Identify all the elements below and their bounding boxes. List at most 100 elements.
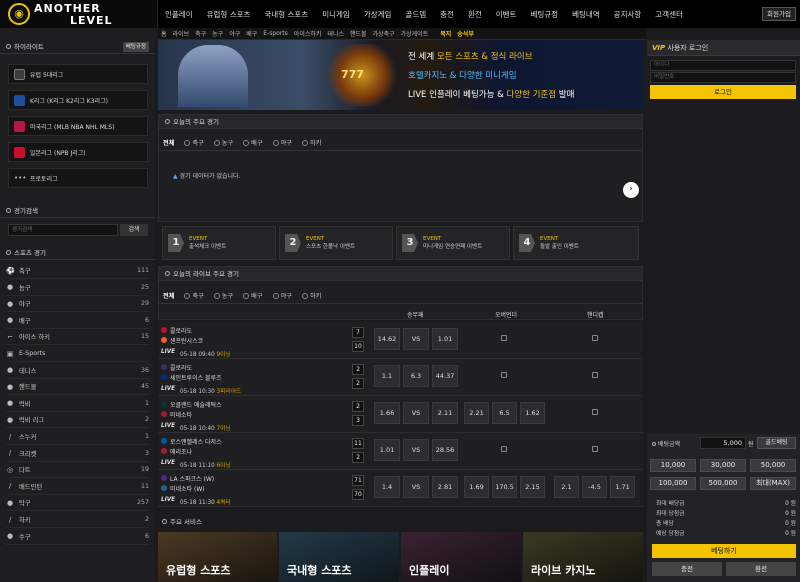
league-item[interactable]: 일본리그 (NPB J리그) xyxy=(8,142,148,162)
service-europe-sports[interactable]: 유럽형 스포츠 xyxy=(158,532,277,582)
sport-item[interactable]: ● 수구 6 xyxy=(6,529,149,545)
tab-baseball[interactable]: 야구 xyxy=(272,291,292,300)
sport-item[interactable]: ● 럭비 리그 2 xyxy=(6,412,149,429)
service-live-casino[interactable]: 라이브 카지노 xyxy=(523,532,643,582)
bet-amount-input[interactable]: 5,000 xyxy=(700,437,746,449)
service-inplay[interactable]: 인플레이 xyxy=(401,532,521,582)
league-item[interactable]: ••• 프로토리그 xyxy=(8,168,148,188)
join-button[interactable]: 회원가입 xyxy=(762,7,796,21)
sport-item[interactable]: ▣ E-Sports xyxy=(6,346,149,362)
subnav-item[interactable]: 축구 xyxy=(192,29,209,38)
subnav-item[interactable]: 아이스하키 xyxy=(291,29,325,38)
odds-away-button[interactable]: 44.37 xyxy=(432,365,458,387)
nav-item[interactable]: 환전 xyxy=(461,9,489,20)
sport-item[interactable]: / 크리켓 3 xyxy=(6,446,149,462)
charge-button[interactable]: 충전 xyxy=(652,562,722,576)
nav-item[interactable]: 가상게임 xyxy=(357,9,399,20)
event-card[interactable]: 3 EVENT 미니게임 연승연패 이벤트 xyxy=(396,226,510,260)
promo-banner[interactable]: 777 전 세계 모든 스포츠 & 정식 라이브 호텔카지노 & 다양한 미니게… xyxy=(158,40,643,110)
odds-draw-button[interactable]: VS xyxy=(403,439,429,461)
odds-draw-button[interactable]: VS xyxy=(403,476,429,498)
tab-hockey[interactable]: 하키 xyxy=(301,291,321,300)
odds-away-button[interactable]: 2.11 xyxy=(432,402,458,424)
sport-item[interactable]: ● 배구 6 xyxy=(6,313,149,329)
league-item[interactable]: 미국리그 (MLB NBA NHL MLS) xyxy=(8,116,148,136)
nav-item[interactable]: 공지사항 xyxy=(607,9,649,20)
odds-draw-button[interactable]: VS xyxy=(403,402,429,424)
ou-line-button[interactable]: 170.5 xyxy=(492,476,517,498)
subnav-item[interactable]: 테니스 xyxy=(324,29,347,38)
tab-all[interactable]: 전체 xyxy=(163,291,174,300)
ou-line-button[interactable]: 6.5 xyxy=(492,402,517,424)
league-item[interactable]: 유럽 5대리그 xyxy=(8,64,148,84)
subnav-item[interactable]: 농구 xyxy=(209,29,226,38)
subnav-item[interactable]: 가상게이트 xyxy=(398,29,432,38)
sport-item[interactable]: / 하키 2 xyxy=(6,512,149,528)
tab-basketball[interactable]: 농구 xyxy=(213,138,233,147)
tab-all[interactable]: 전체 xyxy=(163,138,174,147)
subnav-item-highlight[interactable]: 승석부 xyxy=(454,29,477,38)
sport-item[interactable]: ◎ 다트 19 xyxy=(6,462,149,479)
sport-item[interactable]: ⌐ 아이스 하키 15 xyxy=(6,329,149,346)
subnav-item[interactable]: 배구 xyxy=(243,29,260,38)
search-button[interactable]: 검색 xyxy=(120,224,148,236)
amount-button[interactable]: 100,000 xyxy=(650,477,696,490)
handicap-home-button[interactable]: 2.1 xyxy=(554,476,579,498)
nav-item[interactable]: 베팅내역 xyxy=(565,9,607,20)
subnav-item[interactable]: E-sports xyxy=(260,30,291,37)
nav-item[interactable]: 이벤트 xyxy=(489,9,524,20)
over-odds-button[interactable]: 2.21 xyxy=(464,402,489,424)
max-amount-button[interactable]: 최대(MAX) xyxy=(750,477,796,490)
tab-volleyball[interactable]: 배구 xyxy=(243,138,263,147)
nav-item[interactable]: 고객센터 xyxy=(648,9,690,20)
amount-button[interactable]: 500,000 xyxy=(700,477,746,490)
betting-rules-badge[interactable]: 베팅규정 xyxy=(122,42,149,52)
odds-home-button[interactable]: 1.4 xyxy=(374,476,400,498)
odds-draw-button[interactable]: VS xyxy=(403,328,429,350)
odds-draw-button[interactable]: 6.3 xyxy=(403,365,429,387)
next-arrow-icon[interactable]: › xyxy=(623,182,639,198)
amount-button[interactable]: 10,000 xyxy=(650,459,696,472)
subnav-item[interactable]: 홈 xyxy=(158,29,170,38)
odds-home-button[interactable]: 14.62 xyxy=(374,328,400,350)
subnav-item[interactable]: 라이브 xyxy=(170,29,193,38)
odds-away-button[interactable]: 1.01 xyxy=(432,328,458,350)
nav-item[interactable]: 골드뎀 xyxy=(398,9,433,20)
odds-home-button[interactable]: 1.1 xyxy=(374,365,400,387)
event-card[interactable]: 1 EVENT 출석체크 이벤트 xyxy=(162,226,276,260)
tab-hockey[interactable]: 하키 xyxy=(301,138,321,147)
login-button[interactable]: 로그인 xyxy=(650,85,796,99)
sport-item[interactable]: ● 럭비 1 xyxy=(6,396,149,412)
tab-volleyball[interactable]: 배구 xyxy=(243,291,263,300)
odds-away-button[interactable]: 28.56 xyxy=(432,439,458,461)
sport-item[interactable]: / 스누커 1 xyxy=(6,429,149,445)
tab-baseball[interactable]: 야구 xyxy=(272,138,292,147)
place-bet-button[interactable]: 베팅하기 xyxy=(652,544,796,558)
over-odds-button[interactable]: 1.69 xyxy=(464,476,489,498)
odds-home-button[interactable]: 1.01 xyxy=(374,439,400,461)
nav-item[interactable]: 인플레이 xyxy=(158,9,200,20)
search-input[interactable]: 경기검색 xyxy=(8,224,118,236)
event-card[interactable]: 2 EVENT 스포츠 한폴낙 이벤트 xyxy=(279,226,393,260)
nav-item[interactable]: 미니게임 xyxy=(315,9,357,20)
sport-item[interactable]: ● 야구 29 xyxy=(6,296,149,313)
under-odds-button[interactable]: 2.15 xyxy=(520,476,545,498)
tab-soccer[interactable]: 축구 xyxy=(184,291,204,300)
subnav-item[interactable]: 핸드볼 xyxy=(347,29,370,38)
sport-item[interactable]: ● 핸드볼 45 xyxy=(6,379,149,396)
nav-item[interactable]: 국내형 스포츠 xyxy=(257,9,315,20)
amount-button[interactable]: 30,000 xyxy=(700,459,746,472)
nav-item[interactable]: 충전 xyxy=(433,9,461,20)
event-card[interactable]: 4 EVENT 돌발 출인 이벤트 xyxy=(513,226,639,260)
odds-home-button[interactable]: 1.66 xyxy=(374,402,400,424)
withdraw-button[interactable]: 환전 xyxy=(726,562,796,576)
subnav-item[interactable]: 야구 xyxy=(226,29,243,38)
under-odds-button[interactable]: 1.62 xyxy=(520,402,545,424)
service-domestic-sports[interactable]: 국내형 스포츠 xyxy=(279,532,399,582)
odds-away-button[interactable]: 2.81 xyxy=(432,476,458,498)
tab-soccer[interactable]: 축구 xyxy=(184,138,204,147)
league-item[interactable]: K리그 (K리그 K2리그 K3리그) xyxy=(8,90,148,110)
nav-item[interactable]: 유럽형 스포츠 xyxy=(200,9,258,20)
sport-item[interactable]: ⚽ 축구 111 xyxy=(6,263,149,279)
subnav-item[interactable]: 가상축구 xyxy=(370,29,398,38)
